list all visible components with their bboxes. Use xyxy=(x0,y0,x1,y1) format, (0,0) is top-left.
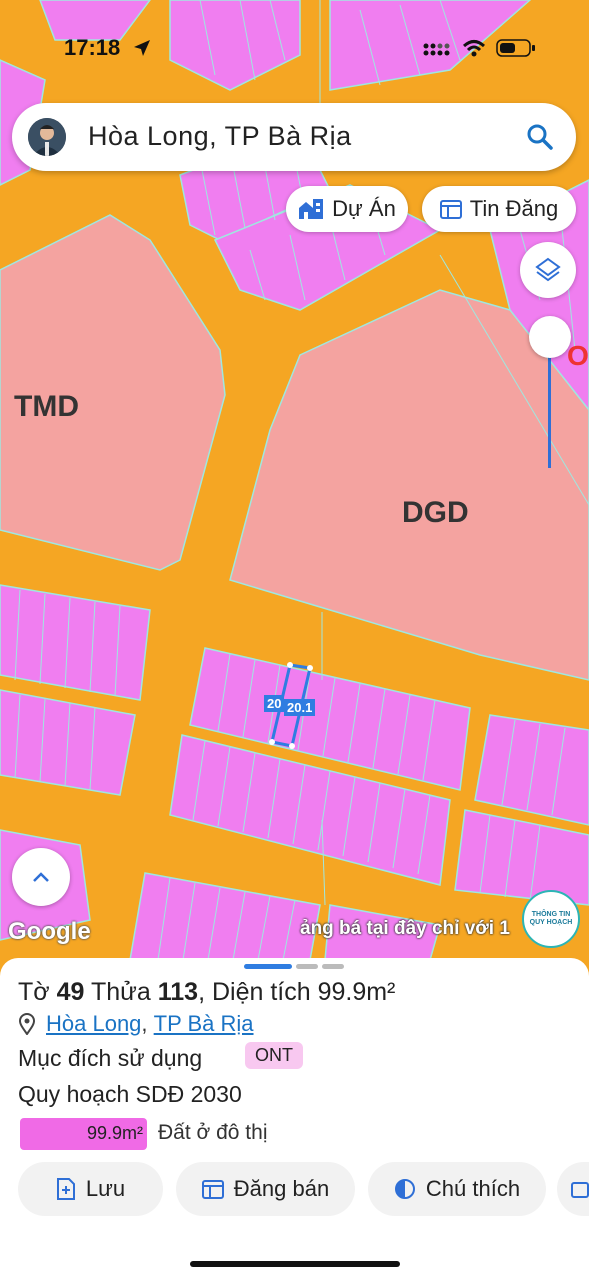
ad-marquee-text[interactable]: ảng bá tại đây chỉ với 1 xyxy=(300,918,510,940)
save-button[interactable]: Lưu xyxy=(18,1162,163,1216)
sheet-handle-dot[interactable] xyxy=(296,964,318,969)
du-an-label: Dự Án xyxy=(332,196,396,221)
sheet-handle-active[interactable] xyxy=(244,964,292,969)
thua-value: 113 xyxy=(157,978,199,1006)
home-indicator[interactable] xyxy=(190,1261,400,1267)
layers-button[interactable] xyxy=(520,242,576,298)
signal-icon xyxy=(423,43,450,56)
legend-button[interactable]: Chú thích xyxy=(368,1162,546,1216)
offscreen-label: O xyxy=(567,340,589,371)
tin-dang-label: Tin Đăng xyxy=(469,196,559,221)
avatar[interactable] xyxy=(28,118,66,156)
layers-icon xyxy=(535,257,561,282)
location-line: Hòa Long, TP Bà Rịa xyxy=(18,1011,254,1037)
plan-label: Quy hoạch SDĐ 2030 xyxy=(18,1081,242,1107)
legend-label: Chú thích xyxy=(425,1176,521,1201)
badge-line-1: THÔNG TIN xyxy=(531,911,571,919)
opacity-slider-knob[interactable] xyxy=(529,316,571,358)
plot-label-selected: 20.1 xyxy=(284,699,316,716)
add-photo-icon xyxy=(571,1182,589,1198)
google-logo: Google xyxy=(8,918,91,945)
search-icon[interactable] xyxy=(526,123,554,151)
location-pin-icon xyxy=(18,1013,36,1035)
bottom-sheet: Tờ 49 Thửa 113, Diện tích 99.9m² Hòa Lon… xyxy=(0,958,589,1280)
tin-dang-chip[interactable]: Tin Đăng xyxy=(422,186,576,232)
battery-icon xyxy=(496,39,535,57)
more-action-button[interactable] xyxy=(557,1162,589,1216)
save-label: Lưu xyxy=(85,1176,126,1201)
dien-tich-value: 99.9m² xyxy=(317,978,396,1006)
post-sale-button[interactable]: Đăng bán xyxy=(176,1162,355,1216)
planning-info-badge[interactable]: THÔNG TIN QUY HOẠCH xyxy=(522,890,580,948)
post-sale-label: Đăng bán xyxy=(233,1176,330,1201)
parcel-summary: Tờ 49 Thửa 113, Diện tích 99.9m² xyxy=(18,978,395,1007)
zone-label-dgd: DGD xyxy=(402,496,469,529)
area-description: Đất ở đô thị xyxy=(158,1121,268,1144)
add-file-icon xyxy=(56,1178,75,1200)
badge-line-2: QUY HOẠCH xyxy=(529,919,573,926)
wifi-icon xyxy=(462,40,486,57)
area-bar: 99.9m² xyxy=(20,1118,147,1150)
calendar-icon xyxy=(201,1180,224,1199)
dien-tich-label: , Diện tích xyxy=(198,978,311,1006)
status-time: 17:18 xyxy=(64,35,121,60)
contrast-icon xyxy=(394,1179,415,1199)
search-input[interactable]: Hòa Long, TP Bà Rịa xyxy=(88,121,352,152)
thua-label: Thửa xyxy=(90,978,151,1006)
calendar-icon xyxy=(439,200,462,219)
to-value: 49 xyxy=(56,978,85,1006)
building-icon xyxy=(299,199,324,219)
purpose-code-badge: ONT xyxy=(245,1042,303,1069)
purpose-label: Mục đích sử dụng xyxy=(18,1045,203,1071)
status-bar: 17:18 xyxy=(0,30,589,70)
sheet-handle-dot[interactable] xyxy=(322,964,344,969)
expand-up-button[interactable] xyxy=(12,848,70,906)
chevron-up-icon xyxy=(33,872,49,882)
search-bar[interactable]: Hòa Long, TP Bà Rịa xyxy=(12,103,576,171)
to-label: Tờ xyxy=(18,978,50,1006)
zone-label-tmd: TMD xyxy=(14,390,79,423)
city-link[interactable]: TP Bà Rịa xyxy=(154,1011,254,1037)
plot-label-adjacent: 20 xyxy=(264,695,285,712)
du-an-chip[interactable]: Dự Án xyxy=(286,186,408,232)
location-arrow-icon xyxy=(134,40,150,56)
ward-link[interactable]: Hòa Long xyxy=(46,1011,141,1037)
